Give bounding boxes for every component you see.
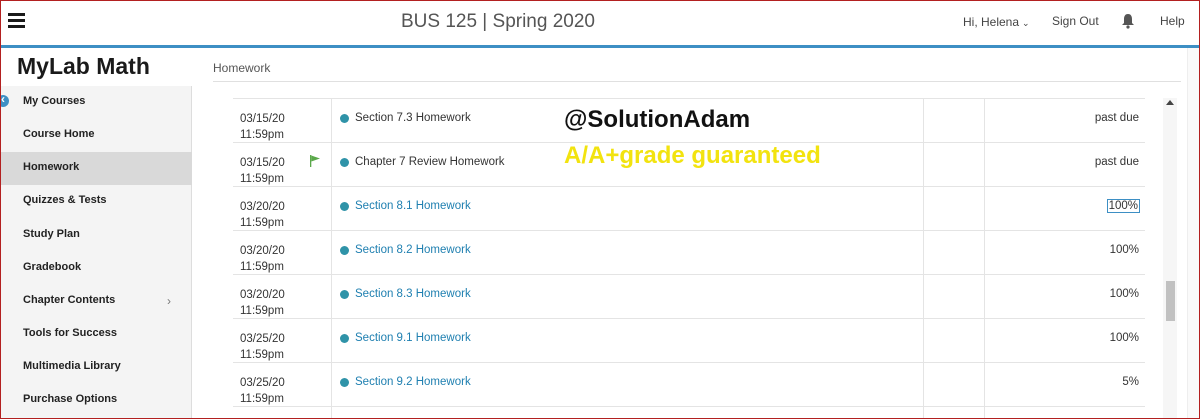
due-date: 03/20/20 11:59pm — [240, 289, 285, 317]
due-date: 03/25/20 11:59pm — [240, 377, 285, 405]
assignment-link[interactable]: Section 9.1 Homework — [355, 332, 471, 344]
assignment-score[interactable]: 100% — [1110, 288, 1139, 300]
due-date: 03/15/20 11:59pm — [240, 113, 285, 141]
status-dot-icon — [340, 114, 349, 123]
bell-icon[interactable] — [1121, 13, 1135, 29]
chevron-right-icon: › — [167, 294, 171, 308]
assignment-title: Section 7.3 Homework — [355, 112, 471, 124]
assignment-score[interactable]: 5% — [1122, 376, 1139, 388]
sidebar-item-label: Tools for Success — [23, 327, 117, 339]
course-title: BUS 125 | Spring 2020 — [400, 11, 595, 32]
sidebar-item-tools-for-success[interactable]: Tools for Success — [1, 318, 192, 351]
sidebar-item-label: Multimedia Library — [23, 360, 121, 372]
sidebar-item-study-plan[interactable]: Study Plan — [1, 219, 192, 252]
status-dot-icon — [340, 158, 349, 167]
breadcrumb: Homework — [213, 61, 271, 75]
table-row: 03/25/20 11:59pm Section 9.1 Homework 100… — [233, 319, 1145, 363]
due-date: 03/20/20 11:59pm — [240, 245, 285, 273]
sidebar-item-label: Study Plan — [23, 228, 80, 240]
sidebar-item-label: Course Home — [23, 128, 95, 140]
assignment-score[interactable]: 100% — [1110, 244, 1139, 256]
sidebar-item-my-courses[interactable]: My Courses — [1, 86, 192, 119]
sidebar-item-label: Homework — [23, 161, 80, 173]
sidebar-item-label: Gradebook — [23, 261, 82, 273]
status-dot-icon — [340, 290, 349, 299]
assignment-score[interactable]: 100% — [1110, 332, 1139, 344]
watermark-handle: @SolutionAdam — [564, 106, 751, 133]
sidebar-item-course-home[interactable]: Course Home — [1, 119, 192, 152]
table-scrollbar[interactable] — [1163, 98, 1177, 418]
sign-out-link[interactable]: Sign Out — [1052, 14, 1099, 28]
top-bar: BUS 125 | Spring 2020 Hi, Helena ⌄ Sign O… — [1, 1, 1199, 46]
sidebar-item-homework[interactable]: Homework — [1, 152, 192, 185]
status-dot-icon — [340, 378, 349, 387]
help-link[interactable]: Help — [1160, 14, 1185, 28]
sidebar-item-chapter-contents[interactable]: Chapter Contents › — [1, 285, 192, 318]
page-scrollbar[interactable] — [1187, 48, 1199, 418]
due-date: 03/25/20 11:59pm — [240, 333, 285, 361]
due-date: 03/20/20 11:59pm — [240, 201, 285, 229]
assignment-score[interactable]: 100% — [1106, 199, 1141, 213]
sidebar-item-gradebook[interactable]: Gradebook — [1, 252, 192, 285]
table-row: 03/20/20 11:59pm Section 8.2 Homework 100… — [233, 231, 1145, 275]
assignment-score: past due — [1094, 156, 1139, 168]
sidebar-item-label: Purchase Options — [23, 393, 118, 405]
user-menu[interactable]: Hi, Helena ⌄ — [963, 15, 1030, 29]
app-frame: BUS 125 | Spring 2020 Hi, Helena ⌄ Sign O… — [0, 0, 1200, 419]
status-dot-icon — [340, 246, 349, 255]
sidebar: MyLab Math My Courses Course Home Homewo… — [1, 48, 192, 418]
assignment-link[interactable]: Section 8.1 Homework — [355, 200, 471, 212]
flag-icon — [310, 155, 320, 167]
status-dot-icon — [340, 202, 349, 211]
greeting-label: Hi, Helena — [963, 15, 1020, 29]
assignment-link[interactable]: Section 9.2 Homework — [355, 376, 471, 388]
scroll-up-icon[interactable] — [1166, 100, 1174, 105]
assignment-title: Chapter 7 Review Homework — [355, 156, 505, 168]
sidebar-item-quizzes-tests[interactable]: Quizzes & Tests — [1, 185, 192, 218]
chevron-down-icon: ⌄ — [1022, 18, 1030, 28]
brand-logo: MyLab Math — [1, 48, 192, 86]
status-dot-icon — [340, 334, 349, 343]
watermark-promo: A/A+grade guaranteed — [564, 142, 821, 169]
sidebar-item-multimedia-library[interactable]: Multimedia Library — [1, 351, 192, 384]
table-row: 03/20/20 11:59pm Section 8.3 Homework 100… — [233, 275, 1145, 319]
scroll-thumb[interactable] — [1166, 281, 1175, 321]
table-row: 03/20/20 11:59pm Section 8.1 Homework 100… — [233, 187, 1145, 231]
sidebar-item-label: My Courses — [23, 95, 86, 107]
sidebar-item-label: Quizzes & Tests — [23, 194, 107, 206]
breadcrumb-divider — [213, 81, 1181, 82]
assignment-link[interactable]: Section 8.3 Homework — [355, 288, 471, 300]
assignment-score: past due — [1094, 112, 1139, 124]
sidebar-item-purchase-options[interactable]: Purchase Options — [1, 384, 192, 417]
due-date: 03/15/20 11:59pm — [240, 157, 285, 185]
collapse-icon[interactable] — [1, 92, 9, 107]
sidebar-item-label: Chapter Contents — [23, 294, 116, 306]
table-row: 03/25/20 11:59pm Section 9.2 Homework 5% — [233, 363, 1145, 407]
assignment-link[interactable]: Section 8.2 Homework — [355, 244, 471, 256]
